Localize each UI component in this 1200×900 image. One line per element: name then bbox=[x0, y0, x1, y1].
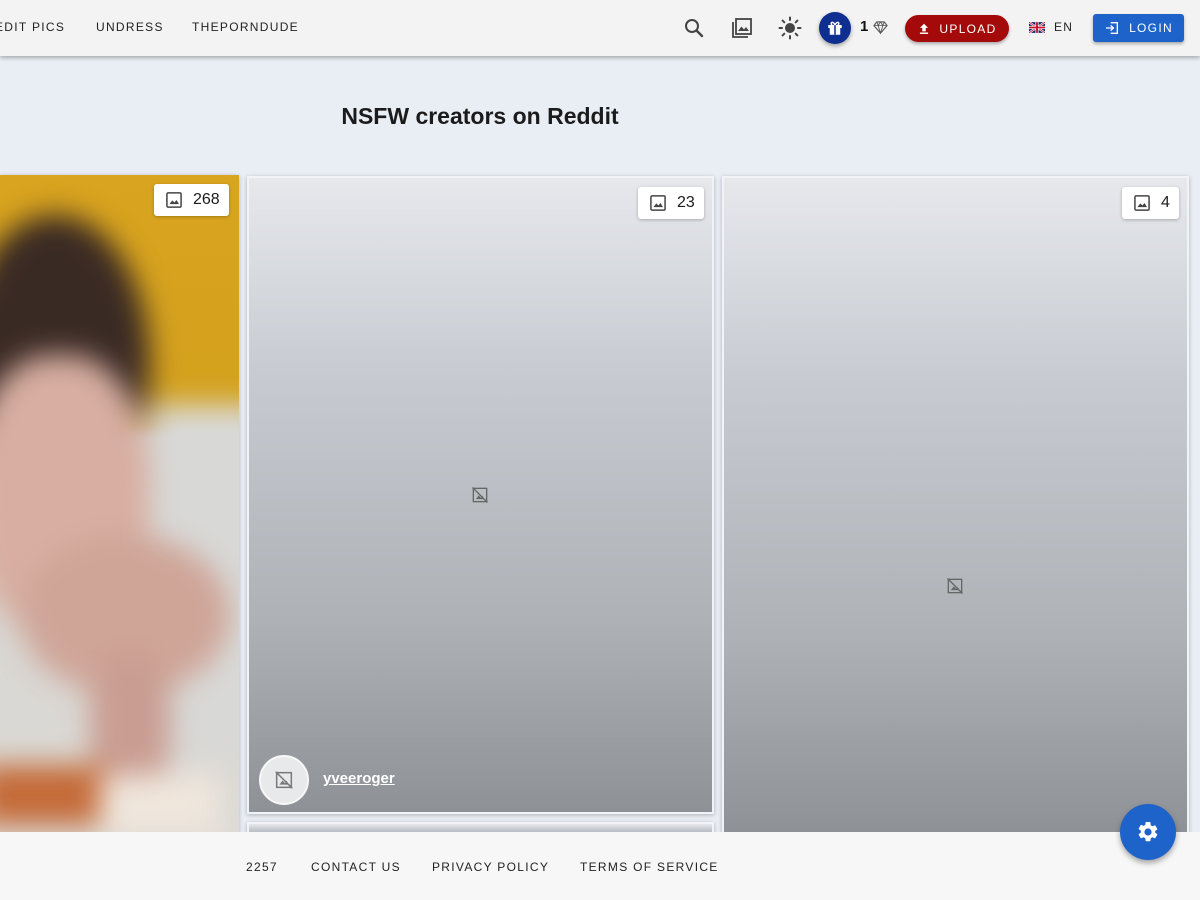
brightness-icon[interactable] bbox=[778, 16, 802, 40]
footer-link-contact-us[interactable]: CONTACT US bbox=[311, 860, 401, 874]
login-label: LOGIN bbox=[1129, 21, 1173, 35]
login-button[interactable]: LOGIN bbox=[1093, 14, 1184, 42]
footer-link-2257[interactable]: 2257 bbox=[246, 860, 278, 874]
search-icon[interactable] bbox=[682, 16, 706, 40]
language-selector[interactable]: EN bbox=[1029, 20, 1073, 34]
footer: 2257 CONTACT US PRIVACY POLICY TERMS OF … bbox=[0, 832, 1200, 900]
image-count-chip: 23 bbox=[638, 187, 704, 219]
avatar[interactable] bbox=[259, 755, 309, 805]
nav-link-undress[interactable]: UNDRESS bbox=[96, 20, 164, 34]
creator-card[interactable]: 23 yveeroger bbox=[247, 176, 714, 814]
gift-icon bbox=[828, 21, 842, 35]
image-icon bbox=[166, 192, 182, 208]
broken-image-icon bbox=[275, 771, 293, 789]
image-count-chip: 4 bbox=[1122, 187, 1179, 219]
nav-link-theporndude[interactable]: THEPORNDUDE bbox=[192, 20, 299, 34]
image-icon bbox=[1134, 195, 1150, 211]
image-count: 4 bbox=[1161, 194, 1170, 211]
diamond-icon bbox=[873, 20, 888, 35]
top-app-bar: EDIT PICS UNDRESS THEPORNDUDE 1 UPLOAD E… bbox=[0, 0, 1200, 56]
upload-label: UPLOAD bbox=[939, 21, 997, 36]
gift-button[interactable] bbox=[819, 12, 851, 44]
broken-image-icon bbox=[945, 576, 965, 596]
gear-icon bbox=[1138, 821, 1158, 842]
nav-link-edit-pics[interactable]: EDIT PICS bbox=[0, 20, 65, 34]
credit-count: 1 bbox=[860, 18, 869, 35]
creator-card[interactable]: 4 bbox=[722, 176, 1189, 836]
creator-card[interactable]: 268 bbox=[0, 175, 239, 835]
page-title: NSFW creators on Reddit bbox=[341, 103, 619, 129]
image-icon bbox=[650, 195, 666, 211]
gallery-icon[interactable] bbox=[730, 16, 754, 40]
upload-button[interactable]: UPLOAD bbox=[905, 15, 1009, 42]
image-count: 23 bbox=[677, 194, 695, 211]
language-label: EN bbox=[1054, 20, 1074, 34]
settings-fab[interactable] bbox=[1120, 804, 1176, 860]
image-count-chip: 268 bbox=[154, 184, 229, 216]
upload-icon bbox=[920, 23, 929, 34]
footer-link-terms-of-service[interactable]: TERMS OF SERVICE bbox=[580, 860, 719, 874]
footer-link-privacy-policy[interactable]: PRIVACY POLICY bbox=[432, 860, 549, 874]
broken-image-icon bbox=[470, 485, 490, 505]
image-count: 268 bbox=[193, 191, 220, 208]
creator-username-link[interactable]: yveeroger bbox=[323, 770, 395, 787]
login-icon bbox=[1106, 22, 1119, 34]
uk-flag-icon bbox=[1029, 21, 1045, 33]
blurred-creator-photo bbox=[0, 175, 239, 835]
